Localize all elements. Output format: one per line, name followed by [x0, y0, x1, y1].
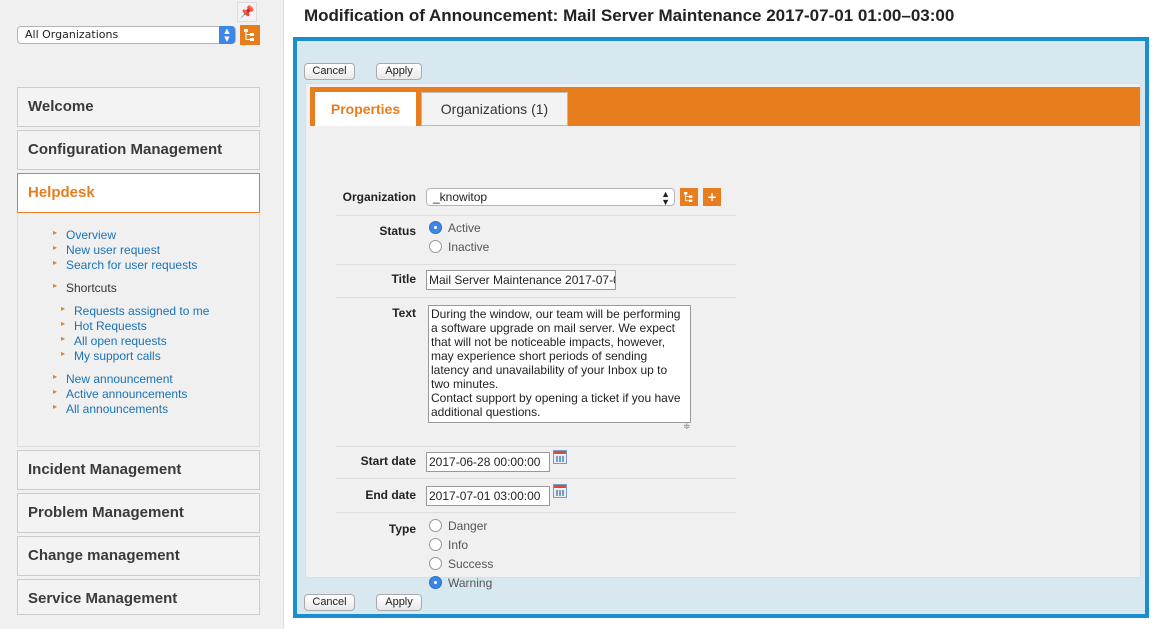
text-textarea-content: During the window, our team will be perf… [431, 307, 681, 419]
link-requests-assigned-to-me[interactable]: ▸ Requests assigned to me [61, 304, 209, 318]
form-area: Properties Organizations (1) Organizatio… [305, 83, 1141, 590]
calendar-icon[interactable] [553, 484, 567, 498]
pin-icon[interactable]: 📌 [237, 2, 257, 22]
sidebar: 📌 All Organizations ▲ ▼ Welcome Configura… [0, 0, 284, 629]
bullet-icon: ▸ [61, 304, 66, 313]
status-option-active[interactable]: Active [429, 221, 481, 235]
type-option-danger[interactable]: Danger [429, 519, 487, 533]
select-arrows-icon: ▲ ▼ [219, 26, 235, 44]
organization-filter-select[interactable]: All Organizations ▲ ▼ [17, 26, 236, 44]
tab-organizations[interactable]: Organizations (1) [421, 92, 568, 126]
type-label: Type [388, 522, 416, 536]
radio-icon[interactable] [429, 557, 442, 570]
organization-label: Organization [342, 190, 416, 204]
end-date-label: End date [365, 488, 416, 502]
type-option-info[interactable]: Info [429, 538, 468, 552]
menu-service-management[interactable]: Service Management [17, 579, 260, 615]
tab-properties[interactable]: Properties [315, 92, 416, 126]
resize-handle-icon[interactable]: ≑ [683, 422, 691, 432]
bullet-icon: ▸ [61, 334, 66, 343]
radio-icon[interactable] [429, 240, 442, 253]
status-label: Status [379, 224, 416, 238]
menu-incident-management[interactable]: Incident Management [17, 450, 260, 490]
org-tree-icon[interactable] [680, 188, 698, 206]
organization-select-value: _knowitop [433, 190, 488, 204]
divider [336, 478, 736, 479]
link-my-support-calls[interactable]: ▸ My support calls [61, 349, 161, 363]
title-label: Title [391, 272, 416, 286]
text-textarea[interactable]: During the window, our team will be perf… [428, 305, 691, 423]
menu-configuration-management[interactable]: Configuration Management [17, 130, 260, 170]
link-new-user-request[interactable]: ▸ New user request [53, 243, 160, 257]
shortcuts-heading: ▸ Shortcuts [53, 281, 117, 295]
cancel-button-top[interactable]: Cancel [304, 63, 355, 80]
type-option-success[interactable]: Success [429, 557, 493, 571]
radio-icon[interactable] [429, 519, 442, 532]
bullet-icon: ▸ [53, 372, 58, 381]
text-label: Text [392, 306, 416, 320]
bullet-icon: ▸ [53, 243, 58, 252]
type-option-warning[interactable]: Warning [429, 576, 492, 590]
divider [336, 264, 736, 265]
radio-checked-icon[interactable] [429, 576, 442, 589]
bullet-icon: ▸ [53, 387, 58, 396]
link-hot-requests[interactable]: ▸ Hot Requests [61, 319, 147, 333]
start-date-label: Start date [360, 454, 416, 468]
plus-icon[interactable]: + [703, 188, 721, 206]
calendar-icon[interactable] [553, 450, 567, 464]
bullet-icon: ▸ [53, 402, 58, 411]
bullet-icon: ▸ [61, 349, 66, 358]
divider [336, 215, 736, 216]
radio-checked-icon[interactable] [429, 221, 442, 234]
link-search-user-requests[interactable]: ▸ Search for user requests [53, 258, 197, 272]
start-date-input[interactable]: 2017-06-28 00:00:00 [426, 452, 550, 472]
bullet-icon: ▸ [53, 258, 58, 267]
end-date-input[interactable]: 2017-07-01 03:00:00 [426, 486, 550, 506]
title-input[interactable]: Mail Server Maintenance 2017-07-01 01:00… [426, 270, 616, 290]
link-overview[interactable]: ▸ Overview [53, 228, 116, 242]
organization-select[interactable]: _knowitop ▲ ▼ [426, 188, 675, 207]
select-arrows-icon: ▲ ▼ [661, 189, 670, 207]
radio-icon[interactable] [429, 538, 442, 551]
link-all-announcements[interactable]: ▸ All announcements [53, 402, 168, 416]
bullet-icon: ▸ [61, 319, 66, 328]
bullet-icon: ▸ [53, 281, 58, 290]
bullet-icon: ▸ [53, 228, 58, 237]
link-active-announcements[interactable]: ▸ Active announcements [53, 387, 187, 401]
link-all-open-requests[interactable]: ▸ All open requests [61, 334, 167, 348]
cancel-button-bottom[interactable]: Cancel [304, 594, 355, 611]
menu-change-management[interactable]: Change management [17, 536, 260, 576]
menu-helpdesk[interactable]: Helpdesk [17, 173, 260, 213]
link-new-announcement[interactable]: ▸ New announcement [53, 372, 173, 386]
menu-welcome[interactable]: Welcome [17, 87, 260, 127]
apply-button-top[interactable]: Apply [376, 63, 422, 80]
tab-bar: Properties Organizations (1) [310, 87, 1140, 126]
divider [336, 446, 736, 447]
divider [336, 297, 736, 298]
org-tree-icon[interactable] [240, 25, 260, 45]
divider [336, 512, 736, 513]
page-title: Modification of Announcement: Mail Serve… [304, 6, 955, 25]
organization-filter-value: All Organizations [25, 28, 119, 41]
menu-problem-management[interactable]: Problem Management [17, 493, 260, 533]
status-option-inactive[interactable]: Inactive [429, 240, 489, 254]
apply-button-bottom[interactable]: Apply [376, 594, 422, 611]
announcement-form-frame: Cancel Apply Properties Organizations (1… [293, 37, 1149, 618]
